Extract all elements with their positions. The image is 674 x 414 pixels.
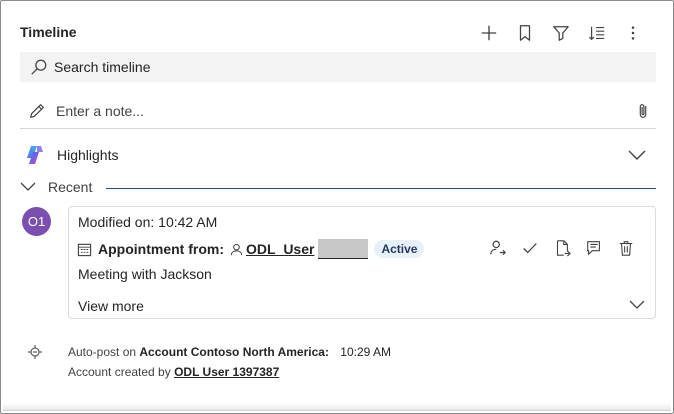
- convert-button[interactable]: [551, 237, 573, 259]
- add-button[interactable]: [471, 21, 507, 45]
- note-input[interactable]: [56, 102, 616, 119]
- modified-timestamp: Modified on: 10:42 AM: [78, 214, 218, 230]
- highlights-section[interactable]: Highlights: [20, 141, 656, 169]
- created-by-text: Account created by: [68, 365, 171, 379]
- convert-icon: [556, 240, 571, 257]
- chevron-down-icon: [20, 182, 36, 191]
- timeline-toolbar: [471, 21, 651, 45]
- trash-icon: [619, 241, 633, 256]
- chevron-down-icon[interactable]: [626, 145, 648, 165]
- highlights-label: Highlights: [57, 147, 119, 163]
- bookmark-icon: [519, 25, 531, 41]
- redacted-text: [318, 239, 369, 259]
- sort-button[interactable]: [579, 21, 615, 45]
- assign-button[interactable]: [487, 237, 509, 259]
- view-more-link[interactable]: View more: [78, 298, 144, 314]
- open-record-button[interactable]: [583, 237, 605, 259]
- search-bar: [20, 52, 656, 82]
- bookmark-button[interactable]: [507, 21, 543, 45]
- mark-complete-button[interactable]: [519, 237, 541, 259]
- activity-actions: [487, 237, 637, 259]
- autopost-created-line: Account created by ODL User 1397387: [68, 362, 391, 382]
- more-icon: [631, 26, 635, 40]
- sort-icon: [588, 26, 605, 41]
- checkmark-icon: [523, 243, 537, 254]
- autopost-entry: Auto-post on Account Contoso North Ameri…: [68, 342, 391, 382]
- activity-description: Meeting with Jackson: [78, 266, 212, 282]
- autopost-prefix: Auto-post on: [68, 345, 137, 359]
- calendar-icon: [77, 242, 92, 257]
- autopost-entity: Account Contoso North America:: [139, 345, 329, 359]
- activity-card[interactable]: Modified on: 10:42 AM Appointment from: …: [68, 206, 656, 319]
- attachment-icon[interactable]: [634, 102, 652, 120]
- avatar: O1: [22, 207, 51, 236]
- autopost-icon: [28, 345, 42, 359]
- owner-link[interactable]: ODL_User: [246, 241, 314, 257]
- note-bar: [20, 93, 656, 129]
- activity-type-label: Appointment from:: [98, 241, 224, 257]
- recent-section-header[interactable]: Recent: [20, 177, 656, 197]
- pencil-icon: [28, 102, 46, 120]
- panel-bottom-edge: [3, 403, 671, 411]
- add-icon: [481, 25, 497, 41]
- open-record-icon: [587, 241, 600, 256]
- person-icon: [230, 243, 243, 256]
- autopost-time: 10:29 AM: [340, 345, 391, 359]
- autopost-line: Auto-post on Account Contoso North Ameri…: [68, 342, 391, 362]
- search-input[interactable]: [54, 59, 614, 75]
- delete-button[interactable]: [615, 237, 637, 259]
- filter-button[interactable]: [543, 21, 579, 45]
- search-icon: [30, 58, 48, 76]
- status-badge: Active: [374, 240, 425, 258]
- more-options-button[interactable]: [615, 21, 651, 45]
- chevron-down-icon[interactable]: [627, 297, 647, 313]
- filter-icon: [553, 26, 569, 41]
- panel-title: Timeline: [20, 24, 77, 40]
- timeline-panel: Timeline Search timeline Enter a note...…: [0, 0, 674, 414]
- recent-divider: [106, 187, 656, 189]
- activity-title-row: Appointment from: ODL_User Active: [77, 239, 425, 259]
- copilot-icon: [27, 146, 43, 164]
- assign-icon: [490, 240, 507, 256]
- created-by-user-link[interactable]: ODL User 1397387: [174, 365, 279, 379]
- recent-label: Recent: [48, 179, 93, 195]
